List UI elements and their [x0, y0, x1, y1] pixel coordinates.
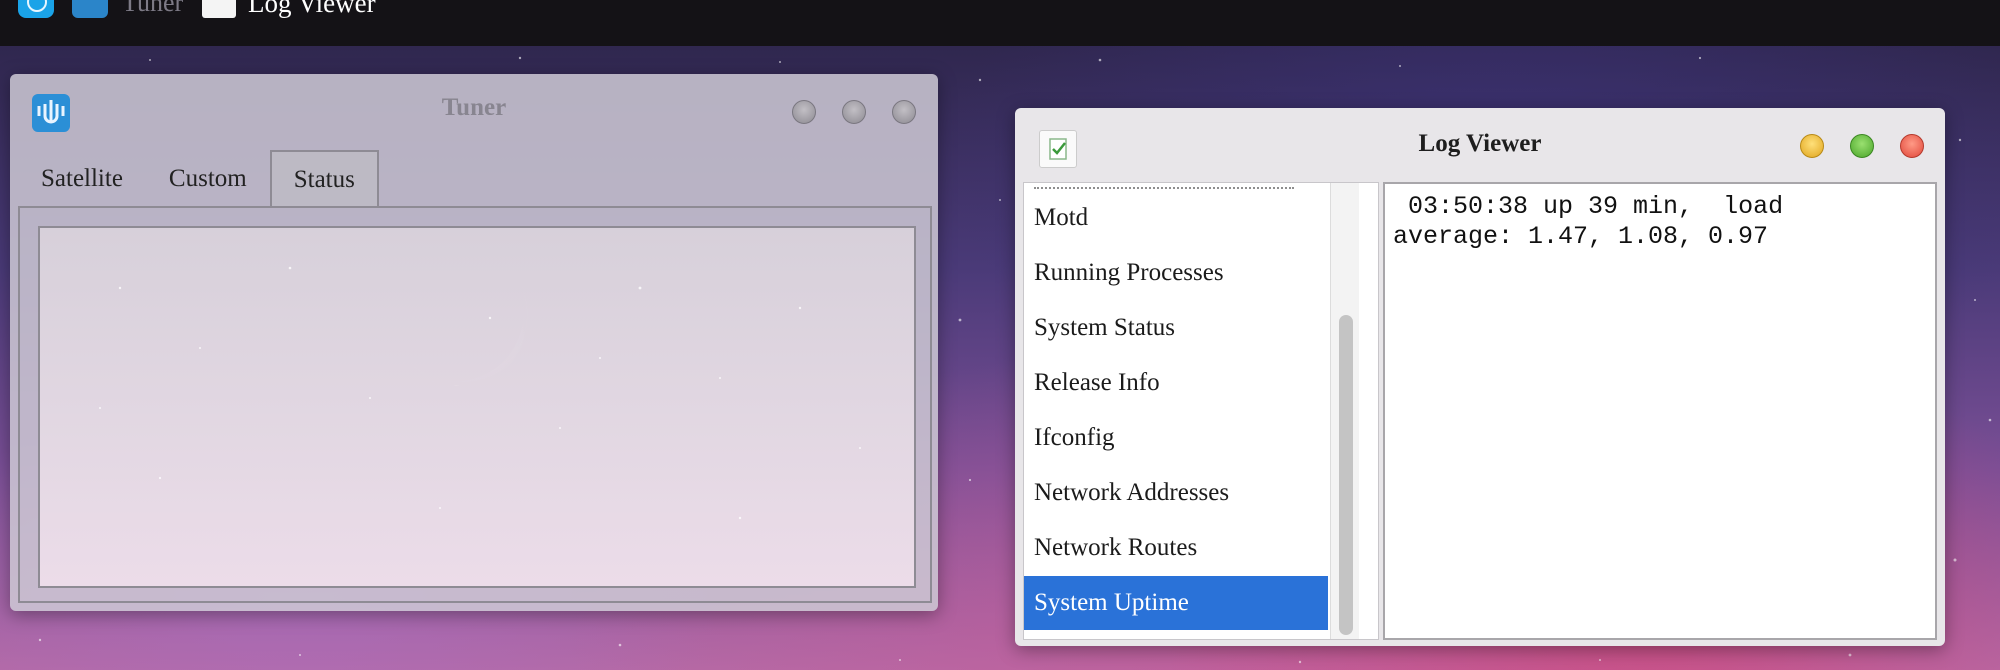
list-item-network-addresses[interactable]: Network Addresses — [1024, 466, 1328, 520]
log-viewer-icon[interactable] — [202, 0, 236, 18]
log-viewer-titlebar[interactable]: Log Viewer — [1015, 108, 1945, 170]
list-item-system-status[interactable]: System Status — [1024, 301, 1328, 355]
maximize-button[interactable] — [842, 100, 866, 124]
minimize-button[interactable] — [1800, 134, 1824, 158]
list-item-ifconfig[interactable]: Ifconfig — [1024, 411, 1328, 465]
taskbar-item-log-viewer[interactable]: Log Viewer — [248, 0, 376, 19]
taskbar: Tuner Log Viewer — [0, 0, 2000, 46]
list-item-motd[interactable]: Motd — [1024, 191, 1328, 245]
log-viewer-window: Log Viewer Motd Running Processes System… — [1015, 108, 1945, 646]
close-button[interactable] — [892, 100, 916, 124]
tuner-window: Tuner Satellite Custom Status — [10, 74, 938, 611]
tuner-titlebar[interactable]: Tuner — [10, 74, 938, 136]
tab-bar: Satellite Custom Status — [18, 150, 379, 208]
scrollbar-thumb[interactable] — [1339, 315, 1353, 635]
tuner-icon[interactable] — [72, 0, 108, 18]
tab-status[interactable]: Status — [269, 150, 379, 208]
list-item-system-uptime[interactable]: System Uptime — [1024, 576, 1328, 630]
log-output-text: 03:50:38 up 39 min, load average: 1.47, … — [1393, 192, 1784, 251]
minimize-button[interactable] — [792, 100, 816, 124]
list-item-release-info[interactable]: Release Info — [1024, 356, 1328, 410]
taskbar-item-tuner[interactable]: Tuner — [122, 0, 183, 18]
close-button[interactable] — [1900, 134, 1924, 158]
tab-custom[interactable]: Custom — [146, 150, 270, 207]
maximize-button[interactable] — [1850, 134, 1874, 158]
log-list-scrollbar[interactable] — [1330, 183, 1359, 639]
list-item-network-routes[interactable]: Network Routes — [1024, 521, 1328, 575]
log-output-panel[interactable]: 03:50:38 up 39 min, load average: 1.47, … — [1383, 182, 1937, 640]
log-list: Motd Running Processes System Status Rel… — [1023, 182, 1379, 640]
list-item-running-processes[interactable]: Running Processes — [1024, 246, 1328, 300]
tab-satellite[interactable]: Satellite — [18, 150, 146, 207]
moon-graphic — [390, 277, 530, 390]
launcher-icon[interactable] — [18, 0, 54, 18]
